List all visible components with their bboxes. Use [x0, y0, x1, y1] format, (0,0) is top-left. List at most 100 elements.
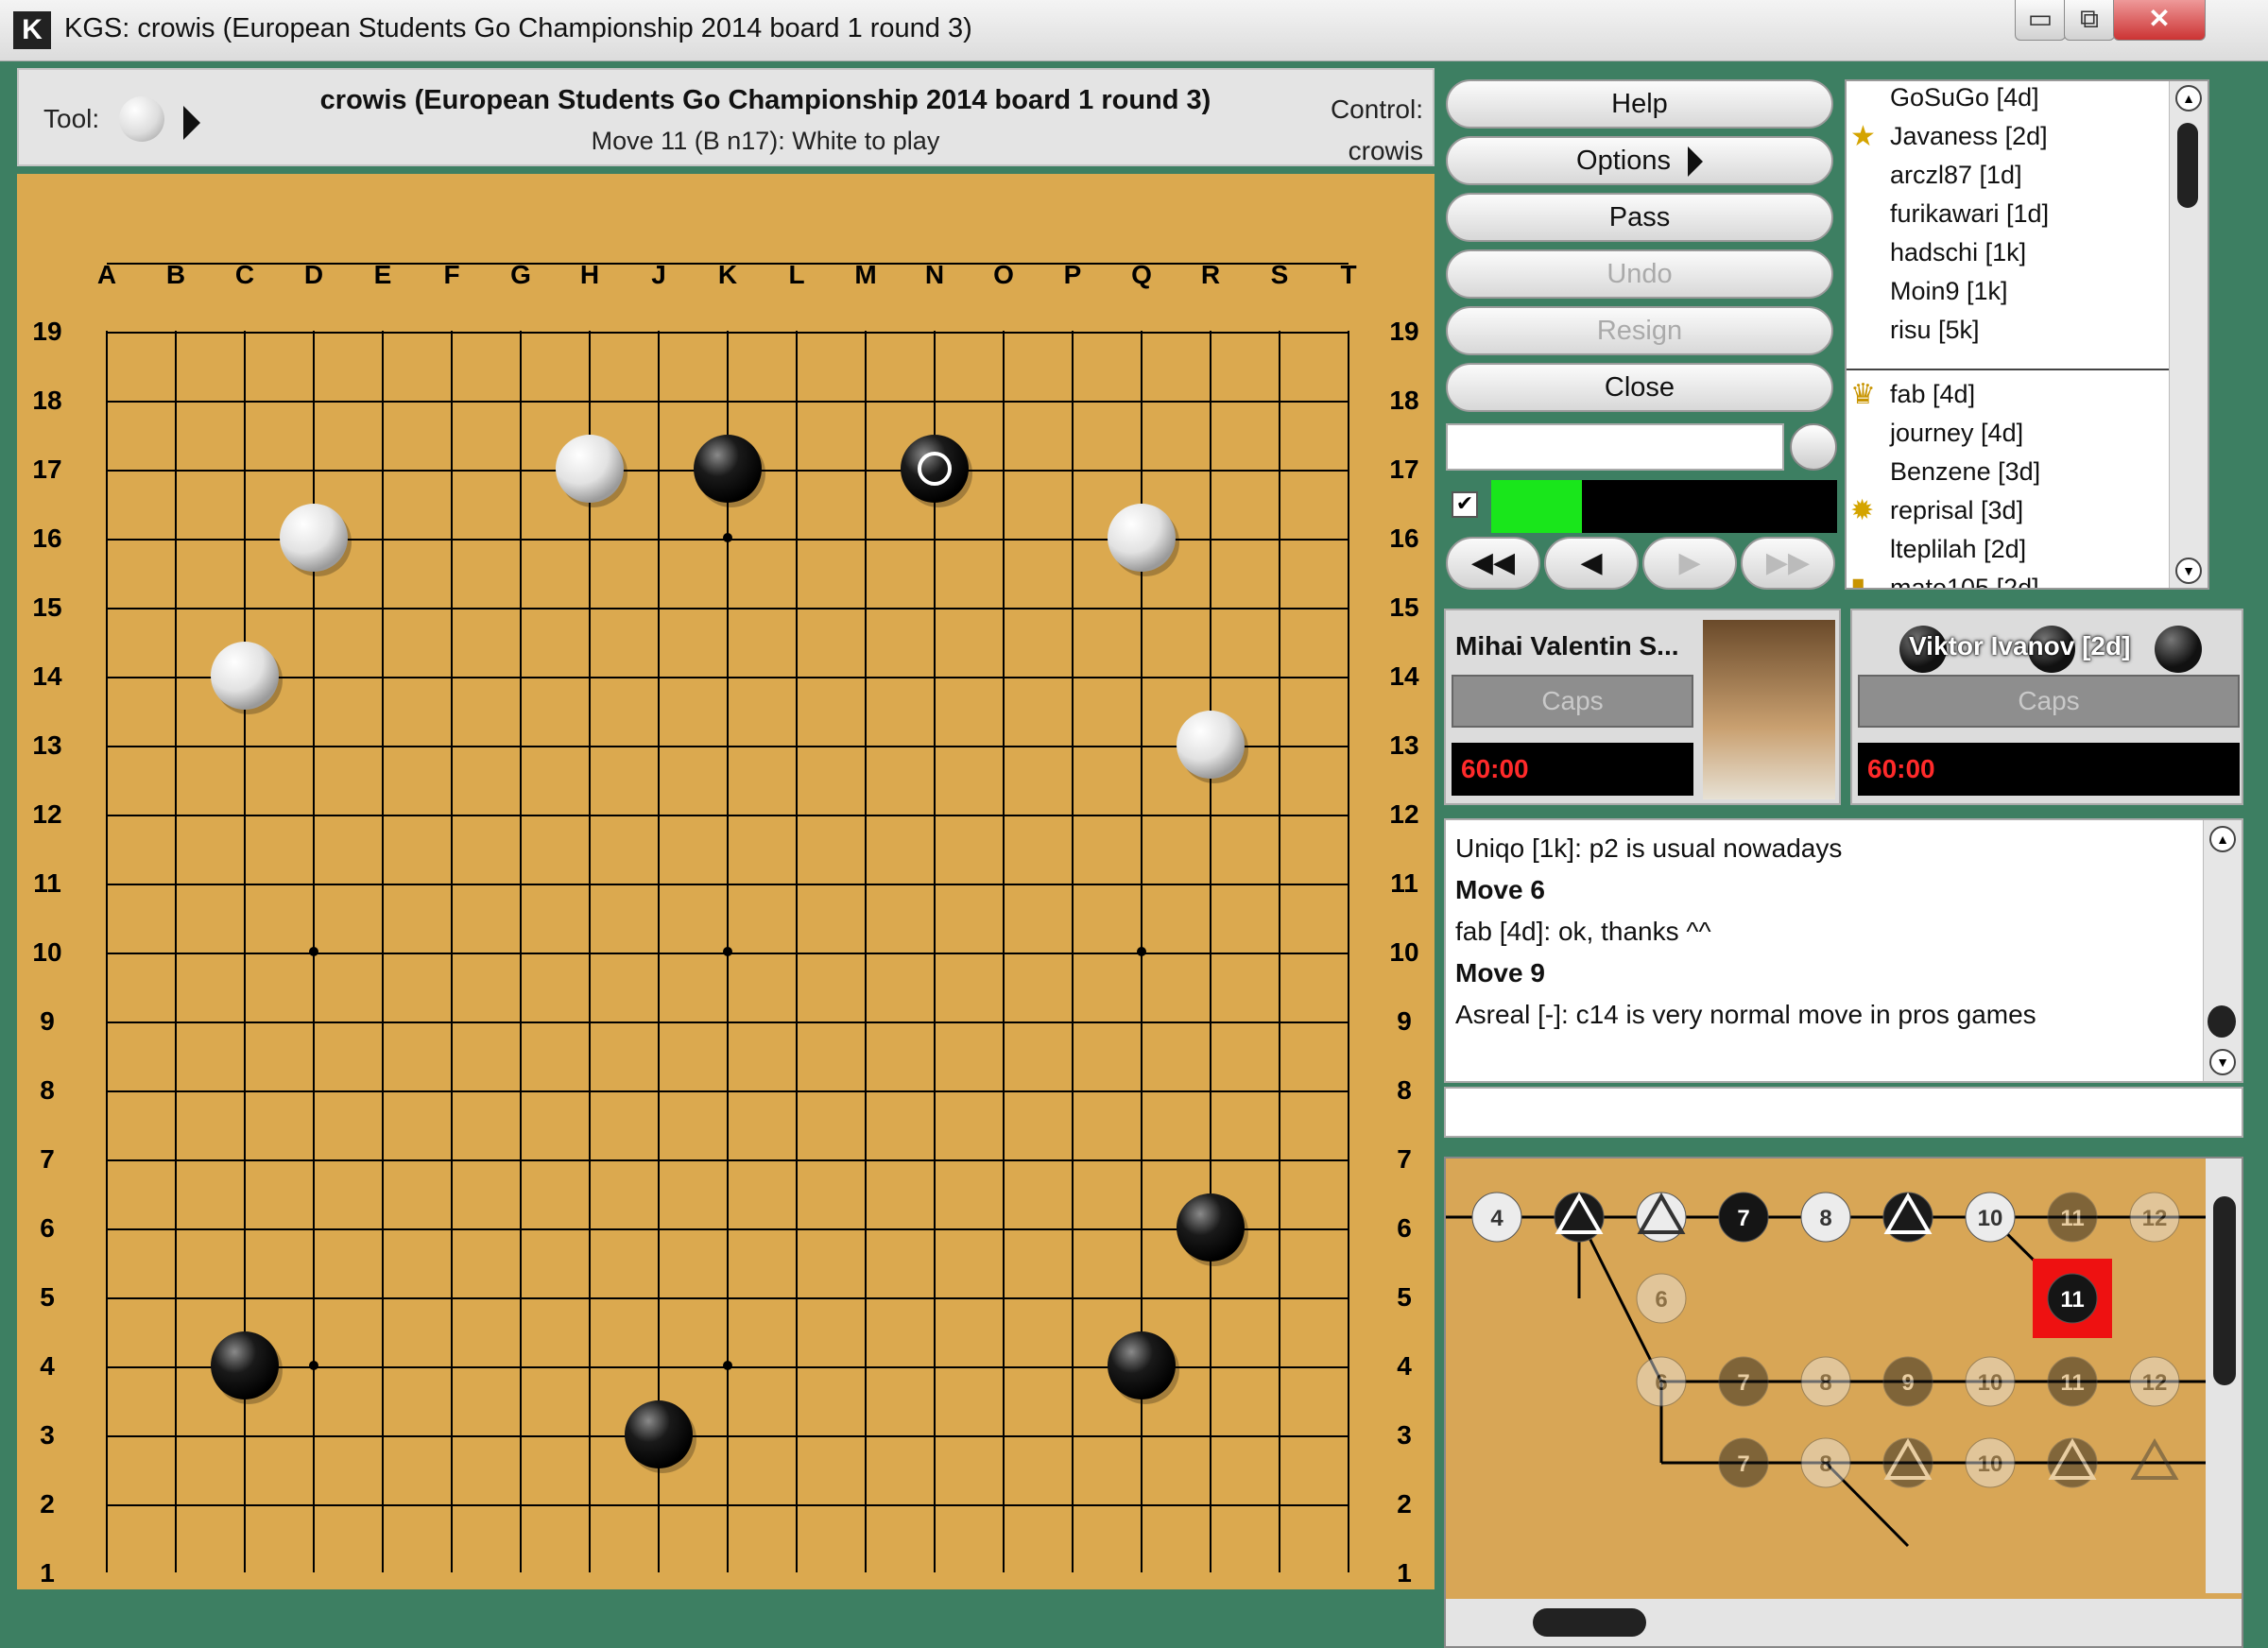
tree-node[interactable]: 8	[1800, 1356, 1851, 1407]
close-button[interactable]: Close	[1446, 363, 1833, 412]
game-tree-canvas[interactable]: 4 7 8 10 11 12 11 6 6 7 8 9 10 11 12 7 8 10	[1446, 1159, 2243, 1648]
user-list-item[interactable]: reprisal [3d]	[1890, 496, 2023, 525]
resign-button[interactable]: Resign	[1446, 306, 1833, 355]
tree-node[interactable]	[1882, 1192, 1933, 1243]
user-list-item[interactable]: hadschi [1k]	[1890, 238, 2026, 267]
white-player-name[interactable]: Mihai Valentin S...	[1455, 631, 1679, 661]
go-board-canvas[interactable]: AABBCCDDEEFFGGHHJJKKLLMMNNOOPPQQRRSSTT19…	[17, 174, 1435, 1589]
chat-scrollbar[interactable]: ▲ ▼	[2203, 820, 2242, 1081]
black-stone[interactable]	[625, 1400, 693, 1468]
current-tree-node[interactable]: 11	[2047, 1273, 2098, 1324]
tree-node-label: 10	[1978, 1370, 2003, 1396]
player-avatar[interactable]	[1703, 620, 1835, 799]
black-stone[interactable]	[211, 1331, 279, 1399]
row-label: 4	[40, 1351, 55, 1381]
score-input[interactable]	[1446, 423, 1784, 471]
close-window-button[interactable]: ✕	[2113, 0, 2206, 41]
user-list-item[interactable]: mate105 [2d]	[1890, 574, 2039, 588]
go-board[interactable]: AABBCCDDEEFFGGHHJJKKLLMMNNOOPPQQRRSSTT19…	[17, 174, 1435, 1589]
tree-node[interactable]: 7	[1718, 1437, 1769, 1488]
white-stone[interactable]	[556, 435, 624, 503]
tree-node[interactable]: 10	[1965, 1192, 2016, 1243]
tree-node[interactable]: 11	[2047, 1192, 2098, 1243]
edit-icon[interactable]	[1790, 423, 1837, 471]
minimize-button[interactable]: ▭	[2015, 0, 2066, 41]
column-label: H	[580, 260, 599, 289]
first-move-icon[interactable]: ◀◀	[1446, 537, 1540, 590]
options-button[interactable]: Options	[1446, 136, 1833, 185]
user-list-item[interactable]: journey [4d]	[1890, 419, 2023, 448]
user-list-item[interactable]: Javaness [2d]	[1890, 122, 2048, 151]
user-list-item[interactable]: fab [4d]	[1890, 380, 1975, 409]
last-move-icon[interactable]: ▶▶	[1741, 537, 1835, 590]
user-list-item[interactable]: lteplilah [2d]	[1890, 535, 2026, 564]
scroll-down-icon[interactable]: ▼	[2175, 558, 2202, 584]
tree-node[interactable]: 9	[1882, 1356, 1933, 1407]
tree-node[interactable]: 4	[1471, 1192, 1522, 1243]
black-player-name[interactable]: Viktor Ivanov [2d]	[1909, 631, 2130, 661]
user-list-item[interactable]: Benzene [3d]	[1890, 457, 2040, 487]
pass-button[interactable]: Pass	[1446, 193, 1833, 242]
tree-node[interactable]: 12	[2129, 1192, 2180, 1243]
scrollbar-thumb[interactable]	[2213, 1196, 2236, 1385]
tree-node-label: 9	[1901, 1370, 1914, 1396]
tree-node[interactable]: 8	[1800, 1437, 1851, 1488]
tree-node[interactable]: 12	[2129, 1356, 2180, 1407]
row-label: 15	[32, 592, 61, 622]
scrollbar-thumb[interactable]	[2177, 123, 2198, 208]
black-stone[interactable]	[694, 435, 762, 503]
tree-node[interactable]	[1636, 1192, 1687, 1243]
help-button[interactable]: Help	[1446, 79, 1833, 129]
column-label: D	[304, 260, 323, 289]
white-stone[interactable]	[1108, 504, 1176, 572]
scroll-up-icon[interactable]: ▲	[2209, 826, 2236, 852]
time-bar-fill	[1491, 480, 1582, 533]
tree-node[interactable]: 10	[1965, 1437, 2016, 1488]
white-stone[interactable]	[280, 504, 348, 572]
tree-node[interactable]: 7	[1718, 1192, 1769, 1243]
row-label: 5	[40, 1282, 55, 1312]
white-player-panel: Mihai Valentin S... Caps 60:00	[1444, 609, 1841, 805]
user-list-scrollbar[interactable]: ▲ ▼	[2169, 81, 2208, 588]
tree-node[interactable]: 6	[1636, 1273, 1687, 1324]
user-list-item[interactable]: Moin9 [1k]	[1890, 277, 2008, 306]
scroll-up-icon[interactable]: ▲	[2175, 85, 2202, 112]
black-stone[interactable]	[901, 435, 969, 503]
tree-node[interactable]: 10	[1965, 1356, 2016, 1407]
user-list-item[interactable]: arczl87 [1d]	[1890, 161, 2022, 190]
black-stone[interactable]	[1108, 1331, 1176, 1399]
user-list[interactable]: GoSuGo [4d] Javaness [2d] ★ arczl87 [1d] fur…	[1845, 79, 2209, 590]
white-stone[interactable]	[1177, 711, 1245, 779]
chat-line: fab [4d]: ok, thanks ^^	[1455, 917, 1711, 946]
chat-input[interactable]	[1444, 1087, 2243, 1138]
row-label: 13	[1389, 730, 1418, 760]
user-list-item[interactable]: risu [5k]	[1890, 316, 1980, 345]
tree-node[interactable]	[1554, 1192, 1605, 1243]
tree-node[interactable]	[2130, 1438, 2179, 1480]
tree-node[interactable]: 6	[1636, 1356, 1687, 1407]
next-move-icon[interactable]: ▶	[1642, 537, 1737, 590]
tool-stone-icon[interactable]	[119, 96, 164, 142]
game-tree[interactable]: 4 7 8 10 11 12 11 6 6 7 8 9 10 11 12 7 8 10	[1444, 1157, 2243, 1648]
column-label: F	[443, 260, 459, 289]
user-list-item[interactable]: GoSuGo [4d]	[1890, 83, 2039, 112]
tree-node[interactable]: 7	[1718, 1356, 1769, 1407]
navigation-controls: ◀◀ ◀ ▶ ▶▶	[1446, 537, 1835, 590]
sound-checkbox[interactable]: ✔	[1452, 491, 1478, 518]
options-arrow-icon	[1687, 146, 1703, 178]
row-label: 15	[1389, 592, 1418, 622]
tool-menu-arrow-icon[interactable]	[183, 106, 200, 140]
scroll-down-icon[interactable]: ▼	[2209, 1049, 2236, 1075]
scrollbar-thumb[interactable]	[1533, 1608, 1646, 1637]
tree-node[interactable]	[1882, 1437, 1933, 1488]
previous-move-icon[interactable]: ◀	[1544, 537, 1639, 590]
scrollbar-thumb[interactable]	[2208, 1005, 2236, 1038]
undo-button[interactable]: Undo	[1446, 249, 1833, 299]
tree-node[interactable]: 11	[2047, 1356, 2098, 1407]
maximize-button[interactable]: ⧉	[2064, 0, 2115, 41]
white-stone[interactable]	[211, 642, 279, 710]
user-list-item[interactable]: furikawari [1d]	[1890, 199, 2049, 229]
black-stone[interactable]	[1177, 1193, 1245, 1262]
tree-node[interactable]: 8	[1800, 1192, 1851, 1243]
tree-node[interactable]	[2047, 1437, 2098, 1488]
